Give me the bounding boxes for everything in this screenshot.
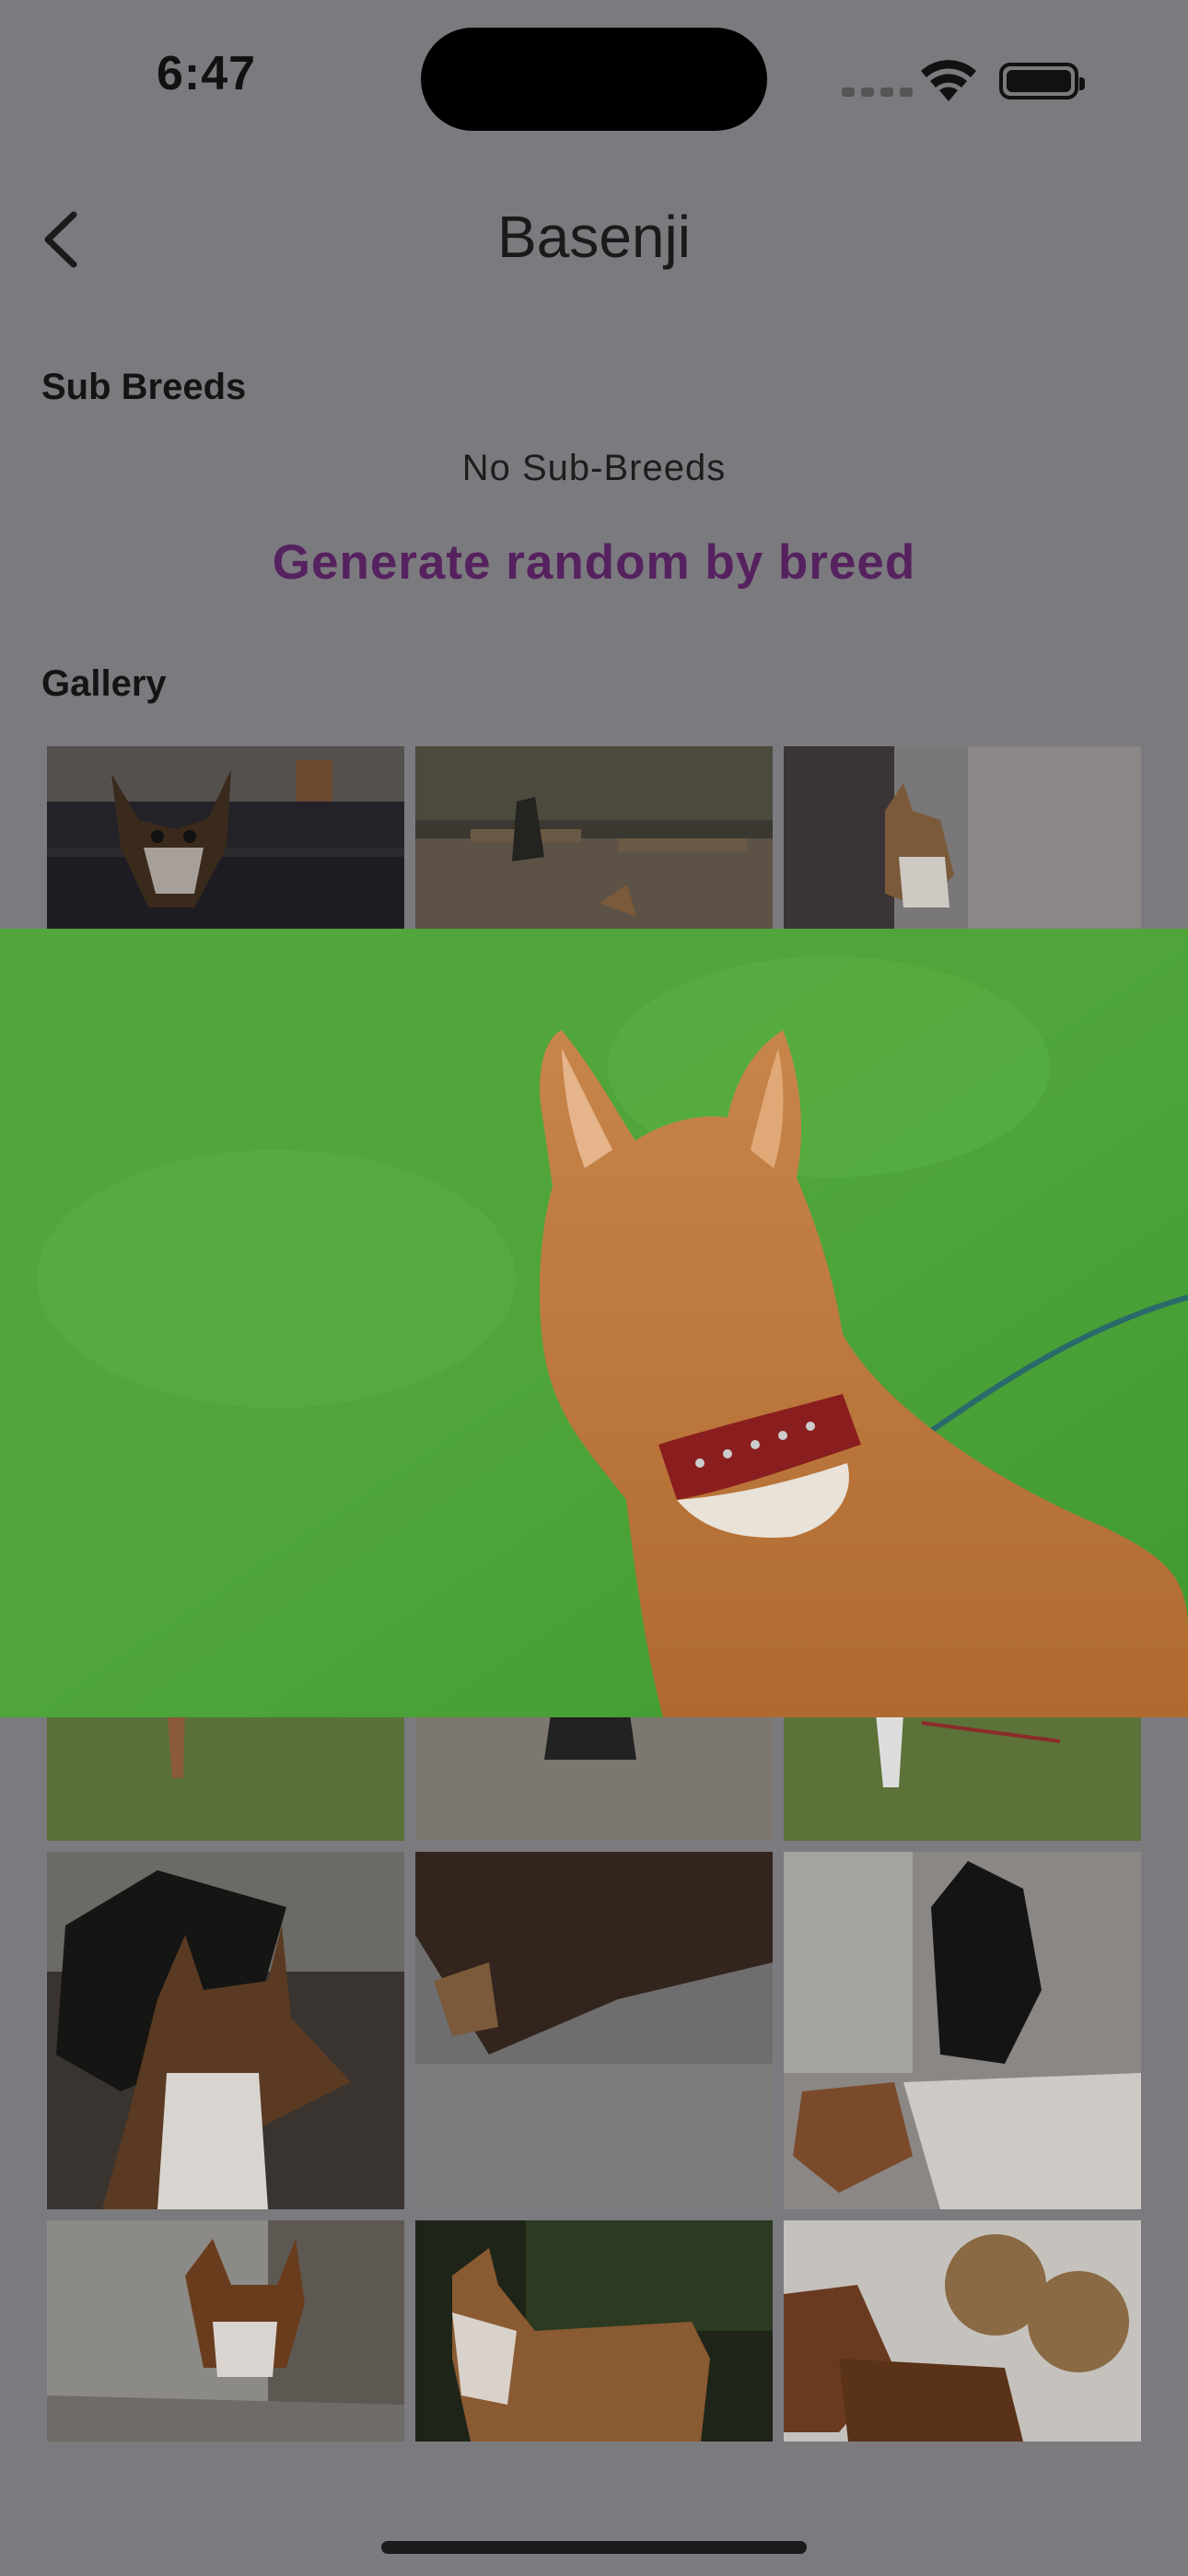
gallery-photo[interactable] <box>784 1852 1141 2209</box>
breed-detail-screen: 6:47 Basenji Sub Breeds No Sub-Breeds Ge… <box>0 0 1188 2576</box>
wifi-icon <box>921 60 976 101</box>
gallery-heading: Gallery <box>41 663 167 704</box>
enlarged-photo[interactable] <box>0 929 1188 1717</box>
home-indicator[interactable] <box>381 2541 807 2554</box>
battery-icon <box>999 63 1085 100</box>
gallery-photo[interactable] <box>47 2220 404 2441</box>
gallery-photo[interactable] <box>47 1852 404 2209</box>
gallery-photo[interactable] <box>784 2220 1141 2441</box>
status-time: 6:47 <box>157 47 257 100</box>
gallery-photo[interactable] <box>415 1852 773 2209</box>
dynamic-island <box>421 28 767 131</box>
page-title: Basenji <box>497 204 691 270</box>
cellular-signal-icon <box>842 88 913 97</box>
no-sub-breeds-text: No Sub-Breeds <box>461 448 727 488</box>
gallery-photo[interactable] <box>415 2220 773 2441</box>
sub-breeds-heading: Sub Breeds <box>41 367 247 407</box>
generate-random-button[interactable]: Generate random by breed <box>0 534 1188 591</box>
